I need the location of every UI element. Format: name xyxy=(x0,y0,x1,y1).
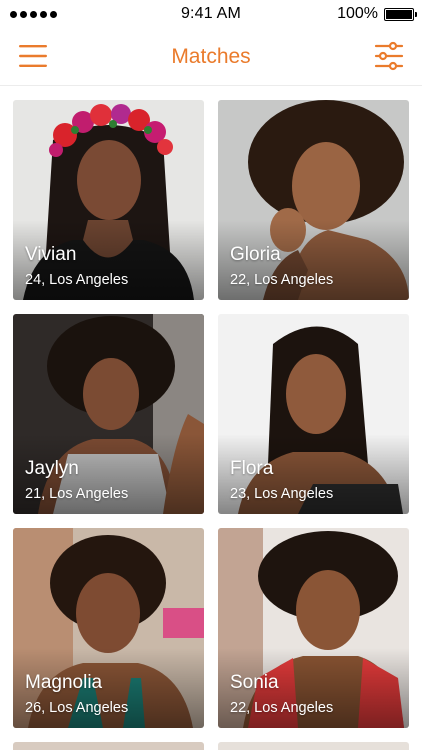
match-card-gloria[interactable]: Gloria 22, Los Angeles xyxy=(218,100,409,300)
next-row-card-peek[interactable] xyxy=(13,742,204,750)
match-age-location: 22, Los Angeles xyxy=(230,272,334,288)
hamburger-menu-icon xyxy=(19,45,47,67)
battery-icon xyxy=(384,7,417,21)
match-name: Magnolia xyxy=(25,672,103,693)
match-card-sonia[interactable]: Sonia 22, Los Angeles xyxy=(218,528,409,728)
match-age-location: 23, Los Angeles xyxy=(230,486,334,502)
match-name: Gloria xyxy=(230,244,281,265)
next-row-card-peek[interactable] xyxy=(218,742,409,750)
filter-button[interactable] xyxy=(374,41,404,71)
match-age-location: 24, Los Angeles xyxy=(25,272,129,288)
navigation-bar: Matches xyxy=(0,28,422,86)
match-card-magnolia[interactable]: Magnolia 26, Los Angeles xyxy=(13,528,204,728)
match-age-location: 26, Los Angeles xyxy=(25,700,129,716)
status-bar: 9:41 AM 100% xyxy=(0,0,422,28)
matches-grid: Vivian 24, Los Angeles Gloria 22, Los An… xyxy=(13,100,410,728)
match-age-location: 21, Los Angeles xyxy=(25,486,129,502)
match-card-flora[interactable]: Flora 23, Los Angeles xyxy=(218,314,409,514)
menu-button[interactable] xyxy=(18,42,48,70)
match-name: Flora xyxy=(230,458,274,479)
match-card-jaylyn[interactable]: Jaylyn 21, Los Angeles xyxy=(13,314,204,514)
match-name: Sonia xyxy=(230,672,279,693)
match-age-location: 22, Los Angeles xyxy=(230,700,334,716)
match-name: Vivian xyxy=(25,244,77,265)
match-name: Jaylyn xyxy=(25,458,79,479)
match-card-vivian[interactable]: Vivian 24, Los Angeles xyxy=(13,100,204,300)
status-time: 9:41 AM xyxy=(180,5,242,22)
page-title: Matches xyxy=(171,44,251,68)
filter-sliders-icon xyxy=(374,41,404,71)
